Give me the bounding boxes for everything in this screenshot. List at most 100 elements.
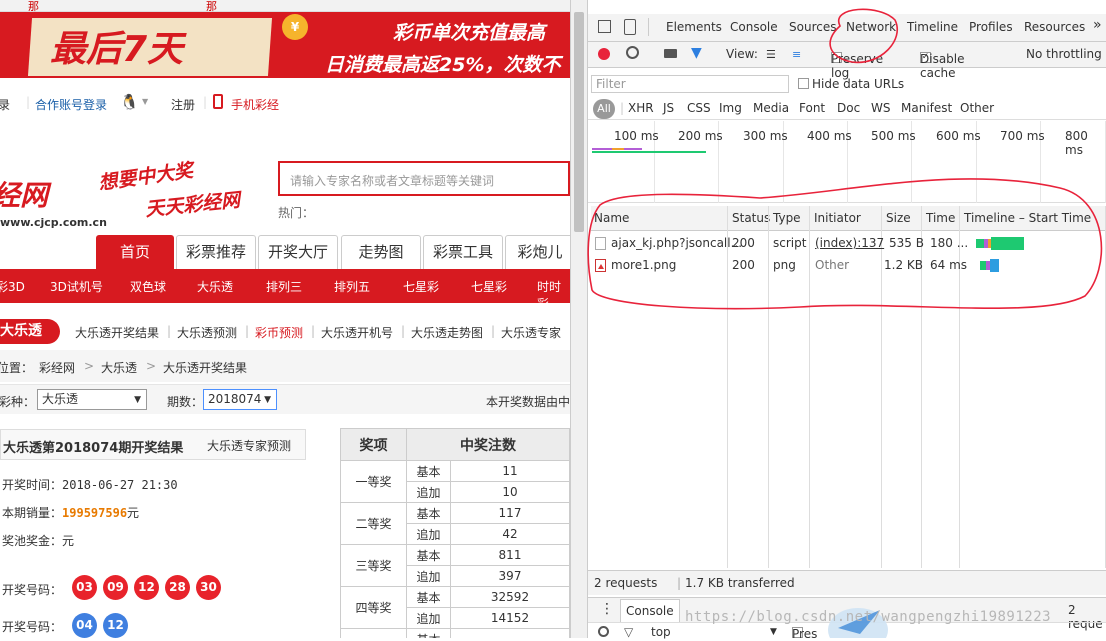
type-doc[interactable]: Doc (837, 101, 860, 115)
table-row: 一等奖 基本 11 (340, 460, 570, 503)
type-manifest[interactable]: Manifest (901, 101, 952, 115)
filter-input[interactable]: Filter (591, 75, 789, 93)
type-xhr[interactable]: XHR (628, 101, 654, 115)
filter-icon[interactable]: ▽ (624, 625, 633, 639)
sub-nav-item[interactable]: 彩币预测 (255, 324, 303, 341)
checkbox-box[interactable] (798, 78, 809, 89)
lottery-link[interactable]: 时时彩 (537, 278, 570, 312)
large-rows-icon[interactable]: ☰ (766, 48, 776, 61)
clear-icon[interactable] (626, 46, 639, 59)
sub-nav-item[interactable]: 大乐透专家 (501, 324, 561, 341)
type-font[interactable]: Font (799, 101, 825, 115)
lottery-link[interactable]: 七星彩 (471, 278, 507, 295)
col-time[interactable]: Time (926, 211, 955, 225)
camera-icon[interactable] (664, 49, 677, 58)
tab-timeline[interactable]: Timeline (907, 20, 958, 34)
qq-icon[interactable]: 🐧 (120, 93, 139, 111)
chevron-down-icon[interactable]: ▼ (770, 627, 777, 637)
col-status[interactable]: Status (732, 211, 770, 225)
slogan-line-1: 想要中大奖 (97, 159, 195, 195)
divider: | (311, 324, 316, 338)
sub-nav-item[interactable]: 大乐透走势图 (411, 324, 483, 341)
type-media[interactable]: Media (753, 101, 789, 115)
clear-console-icon[interactable] (598, 626, 609, 637)
expert-predict-link[interactable]: 大乐透专家预测 (207, 437, 291, 454)
scrollbar-thumb[interactable] (574, 12, 584, 232)
lottery-link[interactable]: 双色球 (130, 278, 166, 295)
tab-elements[interactable]: Elements (666, 20, 722, 34)
lottery-link[interactable]: 大乐透 (197, 278, 233, 295)
col-initiator[interactable]: Initiator (814, 211, 861, 225)
request-initiator-link[interactable]: (index):137 (815, 236, 884, 250)
breadcrumb-item[interactable]: 彩经网 (39, 359, 75, 376)
nav-recommend[interactable]: 彩票推荐 (176, 235, 256, 269)
table-row[interactable]: more1.png 200 png Other 1.2 KB 64 ms (591, 255, 1106, 277)
lottery-link[interactable]: 排列五 (334, 278, 370, 295)
device-mode-icon[interactable] (624, 19, 636, 35)
inspect-icon[interactable] (598, 20, 611, 33)
sub-nav-item[interactable]: 大乐透开奖结果 (75, 324, 159, 341)
mobile-link[interactable]: 手机彩经 (231, 96, 279, 113)
promo-banner[interactable]: 那 那 最后7天 ¥ 彩币单次充值最高 日消费最高返25%，次数不 (0, 0, 570, 78)
lottery-type-select[interactable]: 大乐透 ▼ (37, 389, 147, 410)
table-row[interactable]: ajax_kj.php?jsoncall... 200 script (inde… (591, 233, 1106, 255)
nav-home[interactable]: 首页 (96, 235, 174, 269)
request-name[interactable]: more1.png (611, 258, 676, 272)
tab-console[interactable]: Console (730, 20, 778, 34)
lottery-link[interactable]: 3D试机号 (50, 278, 103, 295)
sub-nav-item[interactable]: 大乐透预测 (177, 324, 237, 341)
col-timeline[interactable]: Timeline – Start Time (964, 211, 1091, 225)
nav-trend[interactable]: 走势图 (341, 235, 421, 269)
register-link[interactable]: 注册 (171, 96, 195, 113)
red-ball: 28 (165, 575, 190, 600)
type-css[interactable]: CSS (687, 101, 711, 115)
network-overview[interactable]: 100 ms 200 ms 300 ms 400 ms 500 ms 600 m… (588, 121, 1106, 203)
breadcrumb-item[interactable]: 大乐透 (101, 359, 137, 376)
drawer-menu-icon[interactable]: ⋮ (600, 601, 614, 617)
tab-profiles[interactable]: Profiles (969, 20, 1013, 34)
chevron-down-icon[interactable]: ▼ (142, 97, 148, 106)
record-icon[interactable] (598, 48, 610, 60)
context-select[interactable]: top (651, 625, 671, 639)
table-row: 四等奖 基本 32592 (340, 586, 570, 629)
search-input[interactable]: 请输入专家名称或者文章标题等关键词 (278, 161, 570, 196)
nav-tools[interactable]: 彩票工具 (423, 235, 503, 269)
col-type[interactable]: Type (773, 211, 801, 225)
prize-header-count: 中奖注数 (406, 428, 570, 461)
overview-icon[interactable]: ≡ (792, 48, 801, 61)
banner-promo-line-1: 彩币单次充值最高 (393, 22, 546, 44)
login-link-fragment[interactable]: 录 (0, 96, 10, 113)
lottery-link[interactable]: 排列三 (266, 278, 302, 295)
request-name[interactable]: ajax_kj.php?jsoncall... (611, 236, 742, 250)
prize-basic-label: 基本 (406, 628, 451, 638)
tab-resources[interactable]: Resources (1024, 20, 1085, 34)
nav-draw-hall[interactable]: 开奖大厅 (258, 235, 338, 269)
hide-data-urls-checkbox[interactable]: Hide data URLs (798, 77, 904, 91)
type-all[interactable]: All (593, 99, 615, 119)
divider: | (677, 576, 682, 590)
nav-cannon[interactable]: 彩炮儿 (505, 235, 570, 269)
sub-nav-tag[interactable]: 大乐透 (0, 319, 60, 344)
prize-level: 三等奖 (340, 544, 407, 587)
sub-nav-item[interactable]: 大乐透开机号 (321, 324, 393, 341)
lottery-link[interactable]: 彩3D (0, 278, 25, 295)
banner-promo-line-2: 日消费最高返25%，次数不 (325, 54, 561, 76)
tab-console-drawer[interactable]: Console (620, 599, 680, 623)
issue-select[interactable]: 2018074 ▼ (203, 389, 277, 410)
tab-sources[interactable]: Sources (789, 20, 836, 34)
select-value: 大乐透 (42, 392, 79, 406)
page-scrollbar[interactable] (570, 0, 588, 638)
type-img[interactable]: Img (719, 101, 742, 115)
lottery-link[interactable]: 七星彩 (403, 278, 439, 295)
throttling-select[interactable]: No throttling (1026, 47, 1102, 61)
site-logo[interactable]: 经网 (0, 174, 48, 214)
type-js[interactable]: JS (663, 101, 674, 115)
type-other[interactable]: Other (960, 101, 994, 115)
col-size[interactable]: Size (886, 211, 911, 225)
type-ws[interactable]: WS (871, 101, 890, 115)
col-name[interactable]: Name (594, 211, 629, 225)
more-tabs-icon[interactable]: » (1093, 17, 1102, 33)
filter-icon[interactable]: ▼ (691, 45, 702, 61)
tab-network[interactable]: Network (846, 20, 896, 34)
partner-login-link[interactable]: 合作账号登录 (35, 96, 107, 113)
